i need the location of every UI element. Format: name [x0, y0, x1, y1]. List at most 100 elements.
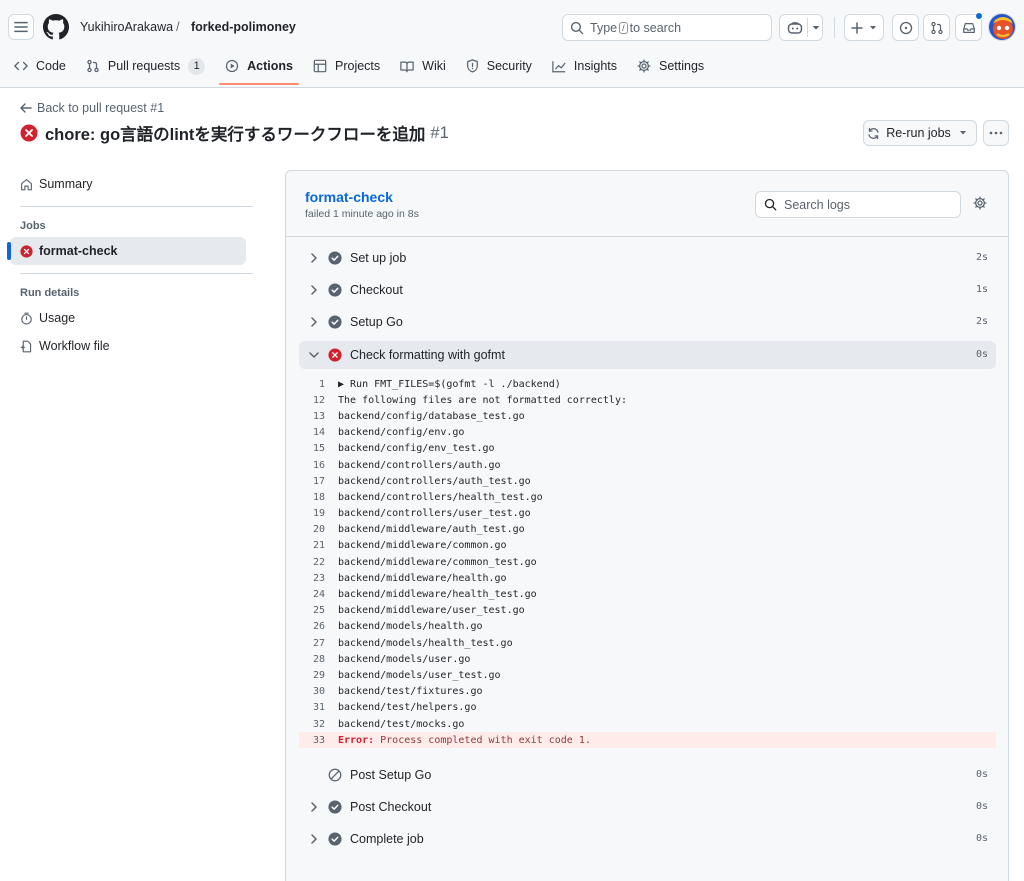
- line-number[interactable]: 28: [299, 654, 338, 665]
- job-name-link[interactable]: format-check: [305, 189, 393, 205]
- tab-settings[interactable]: Settings: [631, 54, 710, 78]
- log-line: 14 backend/config/env.go: [299, 425, 996, 441]
- rerun-label: Re-run jobs: [886, 126, 951, 140]
- job-log-panel: format-check failed 1 minute ago in 8s S…: [285, 170, 1009, 881]
- step-setup-go[interactable]: Setup Go 2s: [299, 308, 996, 336]
- search-logs-input[interactable]: Search logs: [755, 191, 961, 218]
- line-number[interactable]: 16: [299, 460, 338, 471]
- log-line: 29 backend/models/user_test.go: [299, 667, 996, 683]
- tab-code[interactable]: Code: [8, 54, 72, 78]
- log-line: 12 The following files are not formatted …: [299, 392, 996, 408]
- line-number[interactable]: 20: [299, 524, 338, 535]
- log-settings-button[interactable]: [973, 196, 987, 210]
- step-duration: 2s: [975, 252, 988, 263]
- step-post-checkout[interactable]: Post Checkout 0s: [299, 793, 996, 821]
- gear-icon: [637, 59, 651, 73]
- line-number[interactable]: 18: [299, 492, 338, 503]
- line-number[interactable]: 30: [299, 686, 338, 697]
- sidebar-item-workflow-file[interactable]: Workflow file: [10, 332, 253, 360]
- back-to-pull-request-link[interactable]: Back to pull request #1: [20, 101, 164, 115]
- error-label: Error:: [338, 734, 375, 746]
- copilot-button[interactable]: [779, 14, 823, 41]
- sidebar-item-format-check[interactable]: format-check: [7, 237, 246, 265]
- tab-label: Code: [36, 59, 66, 73]
- tab-label: Projects: [335, 59, 381, 73]
- code-icon: [14, 61, 28, 71]
- line-number[interactable]: 14: [299, 427, 338, 438]
- menu-button[interactable]: [8, 14, 34, 40]
- step-duration: 1s: [975, 284, 988, 295]
- tab-wiki[interactable]: Wiki: [394, 54, 452, 78]
- pull-requests-count: 1: [188, 57, 206, 75]
- more-options-button[interactable]: [983, 120, 1009, 146]
- issues-button[interactable]: [892, 14, 919, 41]
- tab-security[interactable]: Security: [460, 54, 538, 78]
- step-post-setup-go[interactable]: Post Setup Go 0s: [299, 761, 996, 789]
- gear-icon: [973, 196, 987, 210]
- step-duration: 0s: [975, 801, 988, 812]
- step-duration: 2s: [975, 316, 988, 327]
- line-number[interactable]: 32: [299, 719, 338, 730]
- job-header: format-check failed 1 minute ago in 8s S…: [286, 171, 1008, 237]
- error-text: Process completed with exit code 1.: [374, 734, 591, 746]
- line-number[interactable]: 1: [299, 379, 338, 390]
- line-text: backend/models/health_test.go: [338, 637, 513, 649]
- line-number[interactable]: 12: [299, 395, 338, 406]
- log-line: 26 backend/models/health.go: [299, 619, 996, 635]
- line-number[interactable]: 25: [299, 605, 338, 616]
- line-text: backend/models/user_test.go: [338, 669, 501, 681]
- tab-pull-requests[interactable]: Pull requests 1: [80, 54, 211, 78]
- tab-projects[interactable]: Projects: [307, 54, 386, 78]
- line-number[interactable]: 27: [299, 638, 338, 649]
- line-text: backend/test/helpers.go: [338, 702, 477, 714]
- log-line: 21 backend/middleware/common.go: [299, 538, 996, 554]
- log-line: 23 backend/middleware/health.go: [299, 570, 996, 586]
- step-name: Set up job: [350, 251, 407, 265]
- chevron-right-icon: [311, 317, 317, 327]
- step-set-up-job[interactable]: Set up job 2s: [299, 244, 996, 272]
- tab-label: Security: [486, 59, 532, 73]
- breadcrumb-repo[interactable]: forked-polimoney: [191, 20, 296, 34]
- global-search-input[interactable]: Type / to search: [562, 14, 772, 41]
- x-circle-fill-icon: [328, 348, 342, 362]
- avatar[interactable]: [988, 13, 1016, 41]
- breadcrumb-separator: /: [176, 19, 180, 34]
- create-new-button[interactable]: [844, 14, 884, 41]
- line-number[interactable]: 15: [299, 443, 338, 454]
- rerun-jobs-button[interactable]: Re-run jobs: [863, 120, 977, 146]
- back-label: Back to pull request #1: [37, 101, 165, 115]
- line-number[interactable]: 31: [299, 702, 338, 713]
- arrow-left-icon: [20, 103, 32, 113]
- sidebar-item-usage[interactable]: Usage: [10, 304, 253, 332]
- sidebar-item-summary[interactable]: Summary: [10, 170, 253, 198]
- line-number[interactable]: 33: [299, 735, 338, 746]
- line-number[interactable]: 26: [299, 621, 338, 632]
- run-title-row: chore: go言語のlintを実行するワークフローを追加 #1: [20, 121, 449, 145]
- line-text: backend/middleware/common.go: [338, 540, 507, 552]
- step-name: Post Checkout: [350, 800, 432, 814]
- page-title: chore: go言語のlintを実行するワークフローを追加: [45, 126, 426, 144]
- line-number[interactable]: 21: [299, 540, 338, 551]
- tab-insights[interactable]: Insights: [546, 54, 623, 78]
- line-number[interactable]: 19: [299, 508, 338, 519]
- step-check-formatting[interactable]: Check formatting with gofmt 0s: [299, 341, 996, 369]
- line-number[interactable]: 23: [299, 573, 338, 584]
- line-number[interactable]: 13: [299, 411, 338, 422]
- line-number[interactable]: 17: [299, 476, 338, 487]
- tab-actions[interactable]: Actions: [219, 54, 299, 85]
- step-complete-job[interactable]: Complete job 0s: [299, 825, 996, 853]
- search-icon: [570, 21, 584, 34]
- step-duration: 0s: [975, 769, 988, 780]
- sidebar-item-label: format-check: [39, 244, 118, 258]
- github-logo-icon[interactable]: [43, 14, 69, 40]
- sidebar-divider: [20, 273, 253, 274]
- breadcrumb-owner[interactable]: YukihiroArakawa: [80, 20, 173, 34]
- line-number[interactable]: 22: [299, 557, 338, 568]
- pull-requests-button[interactable]: [923, 14, 950, 41]
- line-number[interactable]: 29: [299, 670, 338, 681]
- log-line[interactable]: 1 ▶ Run FMT_FILES=$(gofmt -l ./backend): [299, 376, 996, 392]
- log-line: 31 backend/test/helpers.go: [299, 700, 996, 716]
- line-number[interactable]: 24: [299, 589, 338, 600]
- step-checkout[interactable]: Checkout 1s: [299, 276, 996, 304]
- chevron-down-icon: [870, 25, 876, 29]
